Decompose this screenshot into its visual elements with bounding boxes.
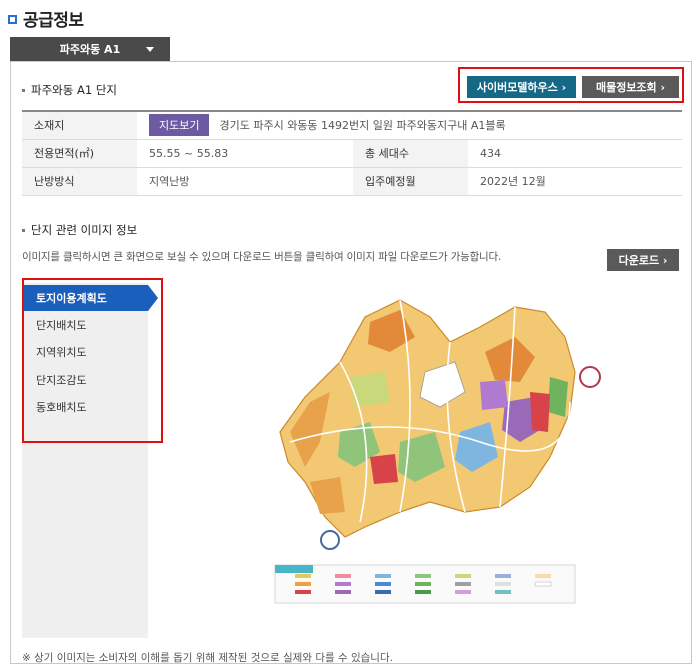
page-title: 공급정보 — [8, 6, 84, 31]
heating-label: 난방방식 — [22, 167, 137, 196]
movein-value: 2022년 12월 — [468, 167, 682, 196]
complex-info-table: 소재지 지도보기 경기도 파주시 와동동 1492번지 일원 파주와동지구내 A1… — [22, 110, 682, 196]
area-label: 전용면적(㎡) — [22, 139, 137, 168]
images-title-text: 단지 관련 이미지 정보 — [31, 223, 138, 237]
station-marker-icon — [320, 530, 340, 550]
location-value: 경기도 파주시 와동동 1492번지 일원 파주와동지구내 A1블록 — [219, 119, 506, 133]
footer-note: ※ 상기 이미지는 소비자의 이해를 돕기 위해 제작된 것으로 실제와 다를 … — [22, 652, 393, 664]
complex-title: 파주와동 A1 단지 — [22, 82, 117, 98]
complex-select[interactable]: 파주와동 A1 — [10, 37, 170, 61]
households-value: 434 — [468, 139, 682, 168]
tab-highlight-box — [22, 278, 163, 443]
images-title: 단지 관련 이미지 정보 — [22, 222, 137, 238]
square-bullet-icon — [8, 14, 17, 24]
land-use-map-image[interactable] — [250, 282, 610, 612]
table-row: 소재지 지도보기 경기도 파주시 와동동 1492번지 일원 파주와동지구내 A1… — [22, 111, 682, 140]
location-cell: 지도보기 경기도 파주시 와동동 1492번지 일원 파주와동지구내 A1블록 — [137, 111, 682, 140]
movein-label: 입주예정월 — [353, 167, 468, 196]
table-row: 전용면적(㎡) 55.55 ~ 55.83 총 세대수 434 — [22, 139, 682, 168]
page-title-text: 공급정보 — [23, 10, 84, 31]
chevron-down-icon — [146, 47, 154, 52]
cyber-model-house-button[interactable]: 사이버모델하우스 › — [467, 76, 576, 98]
sales-info-button[interactable]: 매물정보조회 › — [582, 76, 679, 98]
map-legend — [274, 564, 576, 604]
bullet-icon — [22, 228, 25, 232]
station-marker-icon — [579, 366, 601, 388]
images-description: 이미지를 클릭하시면 큰 화면으로 보실 수 있으며 다운로드 버튼을 클릭하여… — [22, 251, 502, 263]
district-region — [279, 299, 576, 538]
download-button[interactable]: 다운로드 › — [607, 249, 679, 271]
complex-title-text: 파주와동 A1 단지 — [31, 83, 117, 97]
area-value: 55.55 ~ 55.83 — [137, 139, 353, 168]
map-view-button[interactable]: 지도보기 — [149, 114, 210, 137]
table-row: 난방방식 지역난방 입주예정월 2022년 12월 — [22, 167, 682, 196]
heating-value: 지역난방 — [137, 167, 353, 196]
households-label: 총 세대수 — [353, 139, 468, 168]
complex-select-value: 파주와동 A1 — [59, 43, 121, 56]
bullet-icon — [22, 88, 25, 92]
location-label: 소재지 — [22, 111, 137, 140]
